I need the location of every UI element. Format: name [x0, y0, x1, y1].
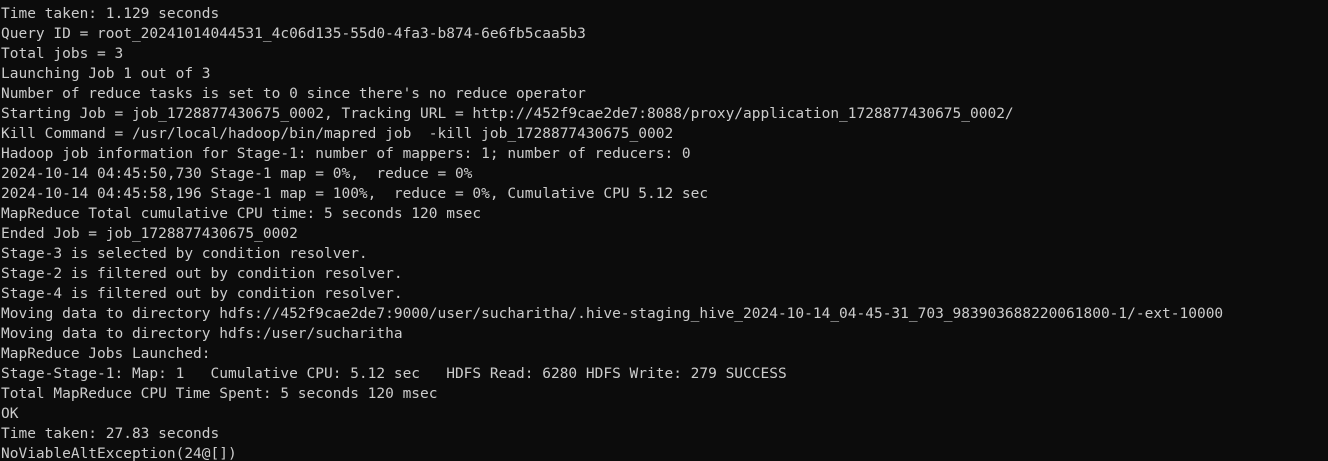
- terminal-line: Stage-4 is filtered out by condition res…: [1, 286, 403, 302]
- terminal-line: Number of reduce tasks is set to 0 since…: [1, 86, 586, 102]
- terminal-line: Hadoop job information for Stage-1: numb…: [1, 146, 691, 162]
- terminal-line: Total MapReduce CPU Time Spent: 5 second…: [1, 386, 438, 402]
- terminal-line: Time taken: 1.129 seconds: [1, 6, 220, 22]
- terminal-line: OK: [1, 406, 19, 422]
- terminal-line: Moving data to directory hdfs:/user/such…: [1, 326, 403, 342]
- terminal-line: Starting Job = job_1728877430675_0002, T…: [1, 106, 1014, 122]
- terminal-line: 2024-10-14 04:45:58,196 Stage-1 map = 10…: [1, 186, 709, 202]
- terminal-output[interactable]: Time taken: 1.129 seconds Query ID = roo…: [0, 0, 1328, 461]
- terminal-line: Time taken: 27.83 seconds: [1, 426, 220, 442]
- terminal-line: Query ID = root_20241014044531_4c06d135-…: [1, 26, 586, 42]
- terminal-line: Kill Command = /usr/local/hadoop/bin/map…: [1, 126, 674, 142]
- terminal-line: Total jobs = 3: [1, 46, 124, 62]
- terminal-line: Ended Job = job_1728877430675_0002: [1, 226, 298, 242]
- terminal-line: Stage-2 is filtered out by condition res…: [1, 266, 403, 282]
- terminal-line: MapReduce Total cumulative CPU time: 5 s…: [1, 206, 482, 222]
- terminal-line: Moving data to directory hdfs://452f9cae…: [1, 306, 1224, 322]
- terminal-line: Stage-Stage-1: Map: 1 Cumulative CPU: 5.…: [1, 366, 787, 382]
- terminal-line: NoViableAltException(24@[]): [1, 446, 237, 461]
- terminal-line: MapReduce Jobs Launched:: [1, 346, 211, 362]
- terminal-line: Launching Job 1 out of 3: [1, 66, 211, 82]
- terminal-line: 2024-10-14 04:45:50,730 Stage-1 map = 0%…: [1, 166, 473, 182]
- terminal-line: Stage-3 is selected by condition resolve…: [1, 246, 368, 262]
